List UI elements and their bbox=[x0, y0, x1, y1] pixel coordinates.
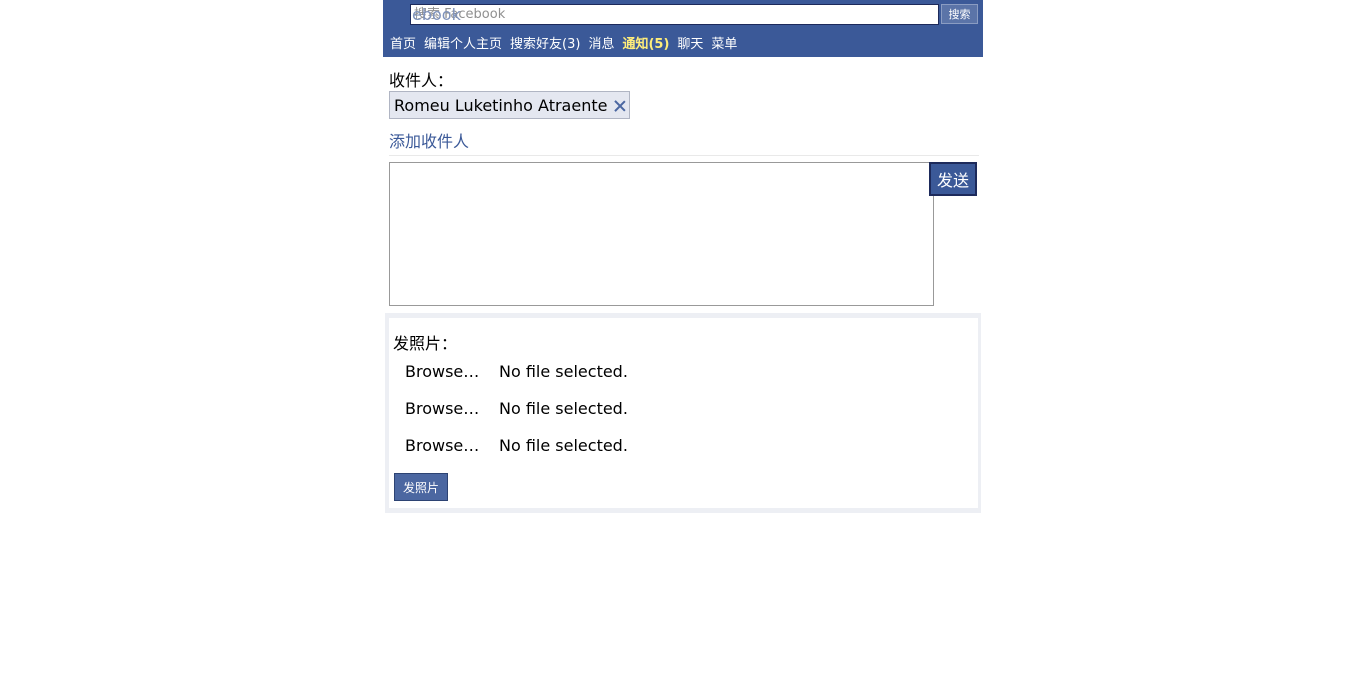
nav-home[interactable]: 首页 bbox=[390, 37, 416, 52]
nav-chat[interactable]: 聊天 bbox=[677, 37, 703, 52]
top-header: ebook 搜索 首页编辑个人主页搜索好友(3)消息通知(5)聊天菜单 bbox=[383, 0, 983, 57]
file-input-row: Browse… No file selected. bbox=[405, 362, 628, 382]
file-status-text: No file selected. bbox=[499, 399, 628, 418]
recipients-label: 收件人： bbox=[389, 71, 454, 90]
nav-find-friends[interactable]: 搜索好友(3) bbox=[510, 37, 580, 52]
send-button[interactable]: 发送 bbox=[929, 162, 977, 196]
add-recipient-link[interactable]: 添加收件人 bbox=[389, 128, 469, 152]
file-input-row: Browse… No file selected. bbox=[405, 399, 628, 419]
nav-edit-profile[interactable]: 编辑个人主页 bbox=[424, 37, 502, 52]
recipient-chip: Romeu Luketinho Atraente bbox=[389, 91, 631, 119]
browse-button[interactable]: Browse… bbox=[405, 436, 499, 455]
file-status-text: No file selected. bbox=[499, 436, 628, 455]
nav-menu[interactable]: 菜单 bbox=[711, 37, 737, 52]
nav-notifications[interactable]: 通知(5) bbox=[622, 37, 669, 52]
recipient-name: Romeu Luketinho Atraente bbox=[394, 95, 608, 115]
photo-upload-section: 发照片： Browse… No file selected. Browse… No … bbox=[385, 313, 981, 513]
divider bbox=[389, 155, 979, 156]
nav-messages[interactable]: 消息 bbox=[588, 37, 614, 52]
photo-upload-label: 发照片： bbox=[393, 334, 458, 353]
browse-button[interactable]: Browse… bbox=[405, 362, 499, 381]
main-nav: 首页 编辑个人主页 搜索好友(3) 消息 通知(5) 聊天 菜单 bbox=[390, 33, 745, 52]
post-photo-button[interactable]: 发照片 bbox=[394, 473, 448, 501]
photo-upload-panel: 发照片： Browse… No file selected. Browse… No … bbox=[389, 318, 978, 508]
file-input-row: Browse… No file selected. bbox=[405, 436, 628, 456]
browse-button[interactable]: Browse… bbox=[405, 399, 499, 418]
message-body-textarea[interactable] bbox=[389, 162, 934, 306]
search-input[interactable] bbox=[410, 4, 939, 25]
remove-recipient-close-icon[interactable] bbox=[614, 100, 625, 111]
search-button[interactable]: 搜索 bbox=[941, 4, 978, 24]
file-status-text: No file selected. bbox=[499, 362, 628, 381]
